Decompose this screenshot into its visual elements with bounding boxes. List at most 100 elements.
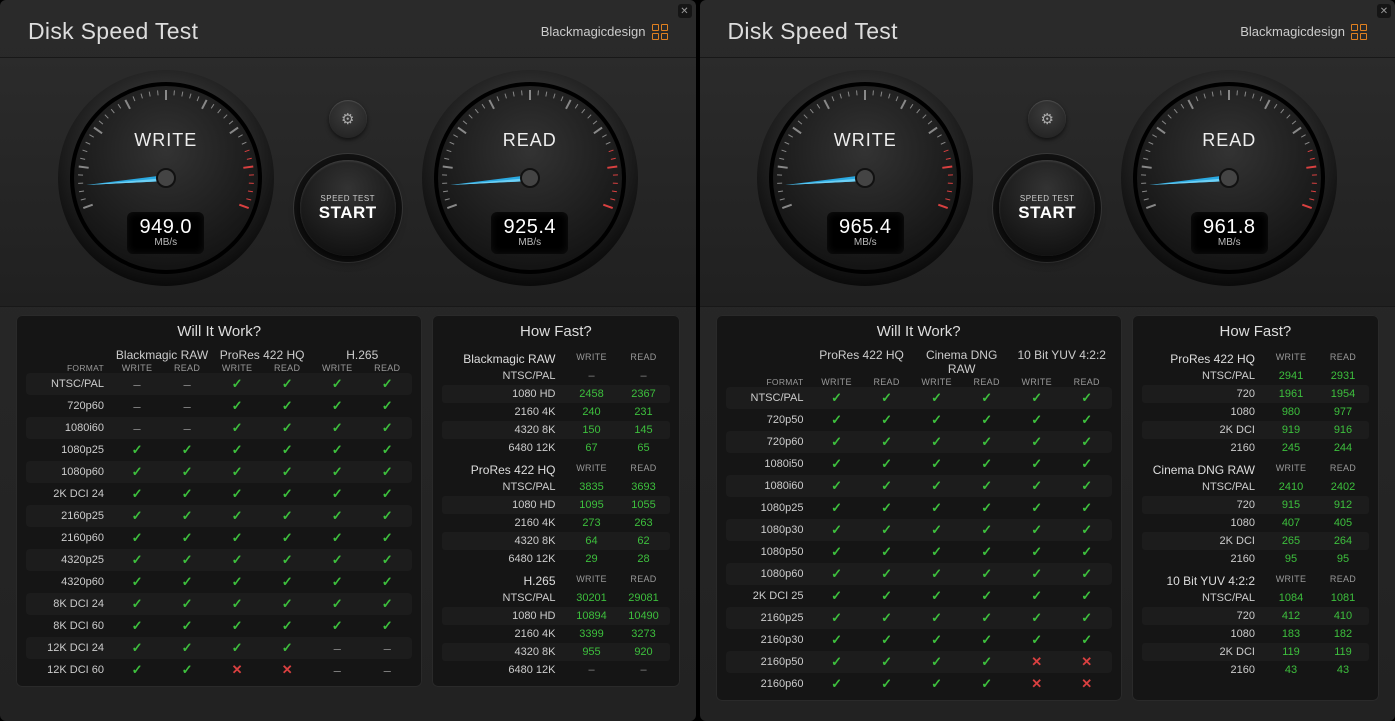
status-mark: ✓ [262,376,312,392]
gauge-readout: 925.4 MB/s [491,212,568,254]
status-mark: ✓ [1062,610,1112,626]
status-mark: ✓ [1012,478,1062,494]
status-mark: ✓ [862,676,912,692]
status-mark: ✓ [212,420,262,436]
write-fps-value: 412 [1265,610,1317,622]
status-mark: ✓ [812,610,862,626]
will-it-work-panel: Will It Work? Blackmagic RAWProRes 422 H… [16,315,422,687]
format-label: 2160p50 [726,656,812,668]
col-write: WRITE [566,463,618,477]
how-fast-panel: How Fast? Blackmagic RAW WRITE READ NTSC… [432,315,679,687]
table-row: 4320p60 ✓✓✓✓✓✓ [26,571,412,593]
status-mark: ✓ [912,390,962,406]
write-gauge: WRITE 965.4 MB/s [755,68,975,288]
resolution-label: NTSC/PAL [1142,370,1265,382]
status-mark: ✓ [812,588,862,604]
format-label: NTSC/PAL [26,378,112,390]
read-fps-value: – [618,370,670,382]
format-label: 2160p30 [726,634,812,646]
resolution-label: NTSC/PAL [442,370,565,382]
status-mark: – [362,663,412,678]
close-icon[interactable]: ✕ [1377,4,1391,18]
panel-title: Will It Work? [726,323,1112,346]
write-fps-value: 2941 [1265,370,1317,382]
status-mark: ✓ [862,632,912,648]
status-mark: ✓ [962,522,1012,538]
col-read: READ [618,574,670,588]
table-row: 2160 4K 3399 3273 [442,625,669,643]
gear-icon[interactable]: ⚙ [1028,100,1066,138]
gauge-readout: 965.4 MB/s [827,212,904,254]
read-fps-value: 1055 [618,499,670,511]
table-row: NTSC/PAL 3835 3693 [442,478,669,496]
resolution-label: 6480 12K [442,664,565,676]
header: Disk Speed Test Blackmagicdesign [700,0,1395,57]
resolution-label: 2K DCI [1142,535,1265,547]
status-mark: ✓ [362,552,412,568]
resolution-label: 2160 [1142,442,1265,454]
table-row: 720 412 410 [1142,607,1369,625]
resolution-label: 1080 [1142,517,1265,529]
status-mark: ✓ [912,566,962,582]
hf-rows: NTSC/PAL 2410 2402 720 915 912 1080 407 [1142,478,1369,568]
table-row: 2160 4K 240 231 [442,403,669,421]
status-mark: – [312,641,362,656]
table-row: 1080p60 ✓✓✓✓✓✓ [726,563,1112,585]
status-mark: ✓ [962,676,1012,692]
status-mark: ✓ [812,676,862,692]
format-label: 8K DCI 60 [26,620,112,632]
format-label: 1080p25 [726,502,812,514]
status-mark: ✓ [912,632,962,648]
status-mark: ✓ [1062,390,1112,406]
hf-group-name: H.265 [442,574,565,588]
col-read: READ [1317,574,1369,588]
read-fps-value: 244 [1317,442,1369,454]
table-row: NTSC/PAL 2410 2402 [1142,478,1369,496]
status-mark: ✓ [162,596,212,612]
start-label: START [319,203,377,223]
col-write: WRITE [912,377,962,387]
resolution-label: NTSC/PAL [442,592,565,604]
col-read: READ [362,363,412,373]
status-mark: ✓ [112,442,162,458]
status-mark: ✓ [912,412,962,428]
hf-rows: NTSC/PAL 30201 29081 1080 HD 10894 10490… [442,589,669,679]
hf-group-name: Cinema DNG RAW [1142,463,1265,477]
status-mark: ✓ [262,552,312,568]
status-mark: ✓ [162,574,212,590]
resolution-label: 4320 8K [442,535,565,547]
hf-rows: NTSC/PAL – – 1080 HD 2458 2367 2160 4K 2… [442,367,669,457]
write-fps-value: 64 [566,535,618,547]
col-read: READ [1317,463,1369,477]
write-fps-value: 10894 [566,610,618,622]
write-gauge: WRITE 949.0 MB/s [56,68,276,288]
gear-icon[interactable]: ⚙ [329,100,367,138]
table-row: 1080 HD 1095 1055 [442,496,669,514]
format-label: 12K DCI 24 [26,642,112,654]
status-mark: ✓ [962,412,1012,428]
col-write: WRITE [1265,574,1317,588]
status-mark: ✓ [162,662,212,678]
status-mark: ✓ [1062,434,1112,450]
hf-group-name: 10 Bit YUV 4:2:2 [1142,574,1265,588]
status-mark: ✓ [262,398,312,414]
write-fps-value: 407 [1265,517,1317,529]
status-mark: ✓ [112,508,162,524]
status-mark: ✓ [912,588,962,604]
wit-rows: NTSC/PAL ––✓✓✓✓ 720p60 ––✓✓✓✓ 1080i60 ––… [26,373,412,681]
status-mark: ✓ [162,442,212,458]
write-fps-value: 2458 [566,388,618,400]
start-button[interactable]: SPEED TEST START [999,160,1095,256]
gauge-row: WRITE 965.4 MB/s ⚙ SPEED TEST START [700,57,1395,307]
format-label: 2160p60 [26,532,112,544]
status-mark: ✓ [212,508,262,524]
gauge-readout: 949.0 MB/s [127,212,204,254]
status-mark: ✓ [112,640,162,656]
status-mark: ✓ [312,376,362,392]
start-button[interactable]: SPEED TEST START [300,160,396,256]
close-icon[interactable]: ✕ [678,4,692,18]
status-mark: ✓ [312,530,362,546]
table-row: 1080 407 405 [1142,514,1369,532]
status-mark: ✓ [162,486,212,502]
read-fps-value: 119 [1317,646,1369,658]
